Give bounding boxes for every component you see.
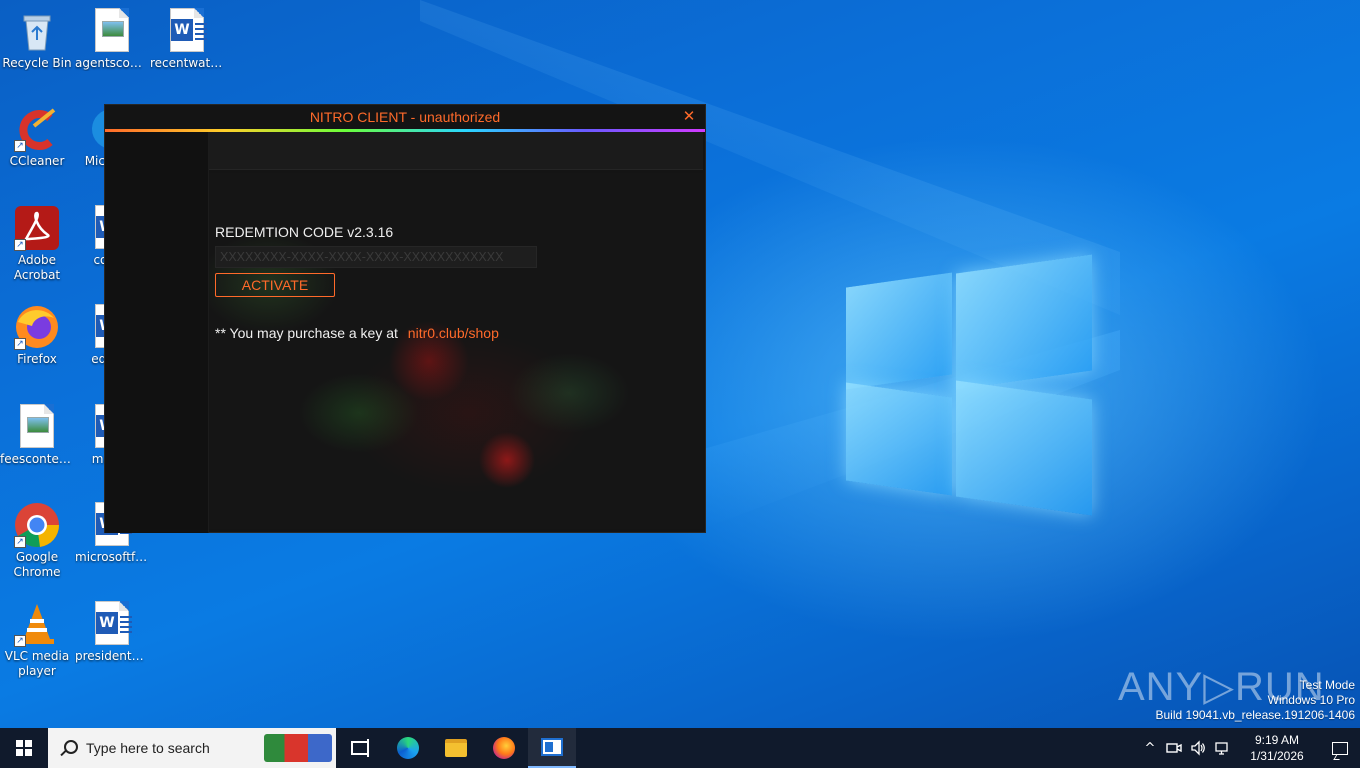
shop-link[interactable]: nitr0.club/shop [408, 325, 499, 341]
windows-logo-wallpaper [846, 254, 1094, 516]
desktop-icon-adobe-acrobat[interactable]: ↗ Adobe Acrobat [0, 205, 74, 283]
desktop-icon-label: Adobe Acrobat [13, 253, 61, 282]
desktop-icon-vlc[interactable]: ↗ VLC media player [0, 601, 74, 679]
desktop-icon-google-chrome[interactable]: ↗ Google Chrome [0, 502, 74, 580]
taskbar-edge[interactable] [384, 728, 432, 768]
recycle-bin-icon [14, 8, 60, 54]
acrobat-icon: ↗ [14, 205, 60, 251]
search-highlight-gifts-icon [264, 734, 332, 762]
desktop-icon-agentscom[interactable]: agentscom... [75, 8, 149, 71]
desktop-icon-label: Google Chrome [13, 550, 61, 579]
desktop-icon-recycle-bin[interactable]: Recycle Bin [0, 8, 74, 71]
taskbar-nitro-app[interactable] [528, 728, 576, 768]
chrome-icon: ↗ [14, 502, 60, 548]
search-icon [60, 740, 78, 756]
meet-now-icon[interactable] [1162, 728, 1186, 768]
volume-icon[interactable] [1186, 728, 1210, 768]
purchase-text: ** You may purchase a key at [215, 325, 398, 341]
desktop-icon-feescontent[interactable]: feescontent... [0, 404, 74, 467]
desktop-icon-label: Firefox [17, 352, 57, 366]
test-mode-watermark: Test Mode Windows 10 Pro Build 19041.vb_… [1156, 678, 1356, 723]
image-file-icon [89, 8, 135, 54]
desktop-icon-label: recentwatc... [150, 56, 224, 70]
taskbar-file-explorer[interactable] [432, 728, 480, 768]
vlc-cone-icon: ↗ [14, 601, 60, 647]
start-button[interactable] [0, 728, 48, 768]
ccleaner-icon: ↗ [14, 106, 60, 152]
word-doc-icon: W [89, 601, 135, 647]
desktop-icon-label: Recycle Bin [2, 56, 72, 70]
desktop-icon-firefox[interactable]: ↗ Firefox [0, 304, 74, 367]
taskbar: Type here to search ^ 9:19 AM 1/31/2026 [0, 728, 1360, 768]
desktop-icon-label: agentscom... [75, 56, 149, 70]
task-view-icon [351, 739, 369, 757]
desktop-icon-label: presidentba... [75, 649, 149, 663]
window-header-bar [209, 132, 703, 170]
redemption-code-label: REDEMTION CODE v2.3.16 [215, 224, 394, 240]
activate-button[interactable]: ACTIVATE [215, 273, 335, 297]
desktop-icon-label: VLC media player [4, 649, 70, 678]
clock-date: 1/31/2026 [1250, 749, 1304, 763]
edge-icon [397, 737, 419, 759]
image-file-icon [14, 404, 60, 450]
taskbar-search-box[interactable]: Type here to search [48, 728, 336, 768]
action-center-button[interactable] [1320, 728, 1360, 768]
firefox-icon [493, 737, 515, 759]
desktop-icon-label: feescontent... [0, 452, 74, 466]
search-placeholder: Type here to search [86, 740, 210, 756]
window-sidebar [105, 132, 209, 533]
close-icon[interactable]: ✕ [681, 107, 697, 125]
build-line: Build 19041.vb_release.191206-1406 [1155, 708, 1356, 722]
chevron-up-icon[interactable]: ^ [1138, 728, 1162, 768]
network-icon[interactable] [1210, 728, 1234, 768]
app-window-icon [541, 738, 563, 756]
desktop-icon-presidentba-doc[interactable]: W presidentba... [75, 601, 149, 664]
firefox-icon: ↗ [14, 304, 60, 350]
redemption-code-input[interactable] [215, 246, 537, 268]
task-view-button[interactable] [336, 728, 384, 768]
folder-icon [445, 739, 467, 757]
desktop-icon-recentwatc-doc[interactable]: W recentwatc... [150, 8, 224, 71]
taskbar-clock[interactable]: 9:19 AM 1/31/2026 [1234, 732, 1320, 764]
purchase-note: ** You may purchase a key at nitr0.club/… [215, 325, 499, 341]
desktop-icon-label: CCleaner [9, 154, 65, 168]
nitro-client-window: NITRO CLIENT - unauthorized ✕ REDEMTION … [104, 104, 706, 533]
windows-start-icon [16, 740, 32, 756]
window-title[interactable]: NITRO CLIENT - unauthorized [105, 105, 705, 129]
clock-time: 9:19 AM [1254, 733, 1300, 747]
system-tray: ^ 9:19 AM 1/31/2026 [1138, 728, 1360, 768]
notification-icon [1332, 741, 1348, 755]
edition-line: Windows 10 Pro [1267, 693, 1355, 707]
taskbar-firefox[interactable] [480, 728, 528, 768]
word-doc-icon: W [164, 8, 210, 54]
desktop-icon-label: microsoftfe... [75, 550, 149, 564]
desktop-icon-ccleaner[interactable]: ↗ CCleaner [0, 106, 74, 169]
test-mode-line: Test Mode [1299, 678, 1355, 692]
